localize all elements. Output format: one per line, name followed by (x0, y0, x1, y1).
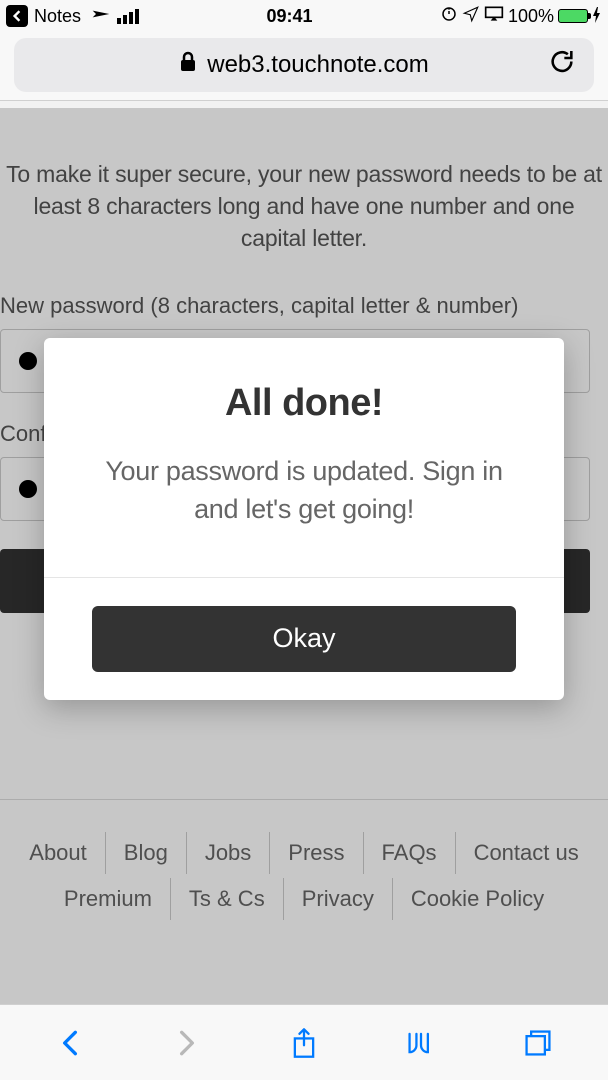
back-button[interactable] (48, 1021, 92, 1065)
modal-body: Your password is updated. Sign in and le… (44, 453, 564, 577)
modal-actions: Okay (44, 578, 564, 700)
browser-toolbar (0, 1004, 608, 1080)
url-bar[interactable]: web3.touchnote.com (14, 38, 594, 92)
rotation-lock-icon (440, 5, 458, 28)
success-modal: All done! Your password is updated. Sign… (44, 338, 564, 700)
airplane-icon (91, 4, 111, 29)
status-bar: Notes 09:41 100% (0, 0, 608, 32)
airplay-icon (484, 5, 504, 28)
back-to-app-label[interactable]: Notes (34, 6, 81, 27)
share-button[interactable] (282, 1021, 326, 1065)
battery-pct: 100% (508, 6, 554, 27)
reload-icon[interactable] (548, 48, 576, 83)
charging-icon (592, 7, 602, 26)
location-icon (462, 5, 480, 28)
battery-icon (558, 9, 588, 23)
status-right: 100% (440, 5, 602, 28)
url-text: web3.touchnote.com (207, 51, 428, 79)
tabs-button[interactable] (516, 1021, 560, 1065)
forward-button (165, 1021, 209, 1065)
status-time: 09:41 (266, 6, 312, 27)
okay-button[interactable]: Okay (92, 606, 516, 672)
bookmarks-button[interactable] (399, 1021, 443, 1065)
url-bar-container: web3.touchnote.com (0, 32, 608, 101)
status-left: Notes (6, 4, 139, 29)
modal-title: All done! (44, 338, 564, 453)
back-to-app-icon[interactable] (6, 5, 28, 27)
signal-icon (117, 8, 139, 24)
lock-icon (179, 51, 197, 80)
